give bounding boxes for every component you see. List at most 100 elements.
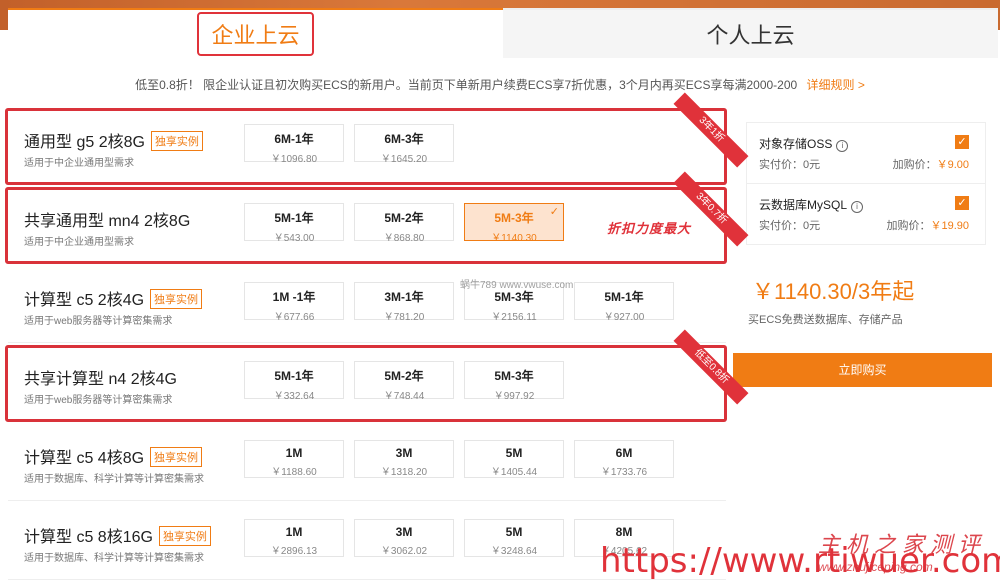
total-price: ￥1140.30/3年起 xyxy=(752,279,915,304)
plan-option[interactable]: 5M-3年 ￥1140.30 ✓ xyxy=(464,203,564,244)
plan-option-label: 3M xyxy=(395,446,413,460)
plan-option-price: ￥3248.64 xyxy=(490,546,538,557)
plan-option-label: 8M xyxy=(615,525,633,539)
plan-option-price: ￥1188.60 xyxy=(271,467,317,478)
plan-option-price: ￥3062.02 xyxy=(380,546,428,557)
addon-oss-name: 对象存储OSS i xyxy=(759,135,849,152)
plan-option-label: 1M xyxy=(285,446,303,460)
instance-row: 通用型 g5 2核8G 独享实例 适用于中企业通用型需求 6M-1年 ￥1096.80 6… xyxy=(8,106,726,185)
plan-option[interactable]: 6M-3年 ￥1645.20 xyxy=(354,124,454,165)
plan-option[interactable]: 1M ￥2896.13 xyxy=(244,519,344,557)
plan-option-price: ￥1645.20 xyxy=(380,154,428,165)
plan-option-price: ￥1140.30 xyxy=(491,233,537,244)
plan-option-label: 5M xyxy=(505,525,523,539)
plan-option-price: ￥1096.80 xyxy=(270,154,318,165)
instance-description: 适用于数据库、科学计算等计算密集需求 xyxy=(24,553,204,564)
addon-oss-checkbox[interactable]: ✓ xyxy=(955,135,969,149)
addon-mysql-paid: 实付价：0元 xyxy=(759,220,821,232)
promo-text: 低至0.8折！ 限企业认证且初次购买ECS的新用户。当前页下单新用户续费ECS享… xyxy=(135,78,798,92)
plan-option[interactable]: 5M-2年 ￥748.44 xyxy=(354,361,454,402)
addon-mysql-checkbox[interactable]: ✓ xyxy=(955,196,969,210)
plan-option-label: 5M-1年 xyxy=(604,290,644,304)
selected-check-icon: ✓ xyxy=(549,206,559,218)
tab-enterprise[interactable]: 企业上云 xyxy=(8,8,503,58)
plan-option-label: 1M -1年 xyxy=(272,290,316,304)
plan-option[interactable]: 5M ￥1405.44 xyxy=(464,440,564,478)
plan-option-price: ￥2156.11 xyxy=(491,312,537,323)
plan-option[interactable]: 5M-1年 ￥927.00 xyxy=(574,282,674,323)
instance-row: 计算型 c5 2核4G 独享实例适用于web服务器等计算密集需求 1M -1年 ￥67… xyxy=(8,264,726,343)
promo-banner: 低至0.8折！ 限企业认证且初次购买ECS的新用户。当前页下单新用户续费ECS享… xyxy=(0,76,1000,93)
center-watermark: 蜗牛789 www.vwuse.com xyxy=(460,280,574,291)
instance-title: 共享计算型 n4 2核4G xyxy=(24,371,177,388)
buy-now-button[interactable]: 立即购买 xyxy=(733,353,992,387)
plan-option-label: 6M xyxy=(615,446,633,460)
instance-list: 通用型 g5 2核8G 独享实例 适用于中企业通用型需求 6M-1年 ￥1096.80 6… xyxy=(8,106,726,580)
addon-oss-paid: 实付价：0元 xyxy=(759,159,821,171)
plan-option-price: ￥1733.76 xyxy=(600,467,648,478)
instance-title: 通用型 g5 2核8G 独享实例 xyxy=(24,128,203,153)
addon-panel: 对象存储OSS i ✓ 实付价：0元 加购价：￥9.00 云数据库MySQL i ✓… xyxy=(746,122,986,245)
plan-option-label: 6M-1年 xyxy=(274,132,314,146)
plan-option-price: ￥1405.44 xyxy=(490,467,538,478)
plan-option[interactable]: 3M ￥3062.02 xyxy=(354,519,454,557)
plan-option[interactable]: 1M -1年 ￥677.66 xyxy=(244,282,344,323)
addon-mysql-buy-price: 加购价：￥19.90 xyxy=(886,220,969,232)
instance-description: 适用于中企业通用型需求 xyxy=(24,237,134,248)
plan-option-label: 5M-3年 xyxy=(494,211,534,225)
dedicated-badge: 独享实例 xyxy=(150,446,203,467)
plan-option-label: 3M xyxy=(395,525,413,539)
plan-option-label: 5M-3年 xyxy=(494,369,534,383)
plan-option[interactable]: 5M-2年 ￥868.80 xyxy=(354,203,454,244)
addon-oss-buy-price: 加购价：￥9.00 xyxy=(892,159,969,171)
plan-option-price: ￥332.64 xyxy=(273,391,315,402)
tab-personal[interactable]: 个人上云 xyxy=(503,8,998,58)
plan-option-price: ￥1318.20 xyxy=(380,467,428,478)
plan-option[interactable]: 6M-1年 ￥1096.80 xyxy=(244,124,344,165)
dedicated-badge: 独享实例 xyxy=(158,525,211,546)
plan-option-price: ￥868.80 xyxy=(383,233,425,244)
tab-bar: 企业上云 个人上云 xyxy=(8,8,998,58)
plan-option-label: 3M-1年 xyxy=(384,290,424,304)
instance-title: 共享通用型 mn4 2核8G xyxy=(24,213,191,230)
instance-title: 计算型 c5 4核8G 独享实例 xyxy=(24,444,203,469)
plan-option-label: 6M-3年 xyxy=(384,132,424,146)
plan-option-label: 1M xyxy=(285,525,303,539)
plan-option-label: 5M xyxy=(505,446,523,460)
plan-option-price: ￥927.00 xyxy=(603,312,645,323)
plan-option-price: ￥781.20 xyxy=(383,312,425,323)
addon-oss: 对象存储OSS i ✓ 实付价：0元 加购价：￥9.00 xyxy=(747,123,985,184)
instance-description: 适用于web服务器等计算密集需求 xyxy=(24,316,173,327)
plan-option[interactable]: 5M-1年 ￥543.00 xyxy=(244,203,344,244)
plan-option[interactable]: 3M ￥1318.20 xyxy=(354,440,454,478)
plan-option[interactable]: 3M-1年 ￥781.20 xyxy=(354,282,454,323)
plan-option-price: ￥2896.13 xyxy=(270,546,318,557)
plan-option[interactable]: 5M-3年 ￥997.92 xyxy=(464,361,564,402)
plan-option[interactable]: 5M-1年 ￥332.64 xyxy=(244,361,344,402)
instance-description: 适用于web服务器等计算密集需求 xyxy=(24,395,173,406)
instance-row: 计算型 c5 4核8G 独享实例适用于数据库、科学计算等计算密集需求 1M ￥1188… xyxy=(8,422,726,501)
plan-option-label: 5M-2年 xyxy=(384,369,424,383)
handwritten-annotation: 折扣力度最大 xyxy=(607,222,692,237)
instance-description: 适用于数据库、科学计算等计算密集需求 xyxy=(24,474,204,485)
plan-option[interactable]: 6M ￥1733.76 xyxy=(574,440,674,478)
plan-option-price: ￥677.66 xyxy=(273,312,315,323)
dedicated-badge: 独享实例 xyxy=(150,130,203,151)
instance-title: 计算型 c5 2核4G 独享实例 xyxy=(24,286,203,311)
addon-mysql: 云数据库MySQL i ✓ 实付价：0元 加购价：￥19.90 xyxy=(747,184,985,244)
plan-option-label: 5M-1年 xyxy=(274,369,314,383)
domain-watermark: www.zhujiceping.com xyxy=(818,560,933,574)
dedicated-badge: 独享实例 xyxy=(150,288,203,309)
instance-row: 共享计算型 n4 2核4G 适用于web服务器等计算密集需求 5M-1年 ￥332.6… xyxy=(8,343,726,422)
plan-option-label: 5M-2年 xyxy=(384,211,424,225)
plan-option[interactable]: 1M ￥1188.60 xyxy=(244,440,344,478)
info-icon[interactable]: i xyxy=(836,140,849,152)
plan-option[interactable]: 5M ￥3248.64 xyxy=(464,519,564,557)
plan-option-label: 5M-1年 xyxy=(274,211,314,225)
plan-option-price: ￥748.44 xyxy=(383,391,425,402)
info-icon[interactable]: i xyxy=(851,201,864,213)
plan-option-price: ￥997.92 xyxy=(493,391,535,402)
tab-enterprise-label: 企业上云 xyxy=(197,12,314,56)
instance-description: 适用于中企业通用型需求 xyxy=(24,158,134,169)
rules-link[interactable]: 详细规则 > xyxy=(807,78,865,92)
